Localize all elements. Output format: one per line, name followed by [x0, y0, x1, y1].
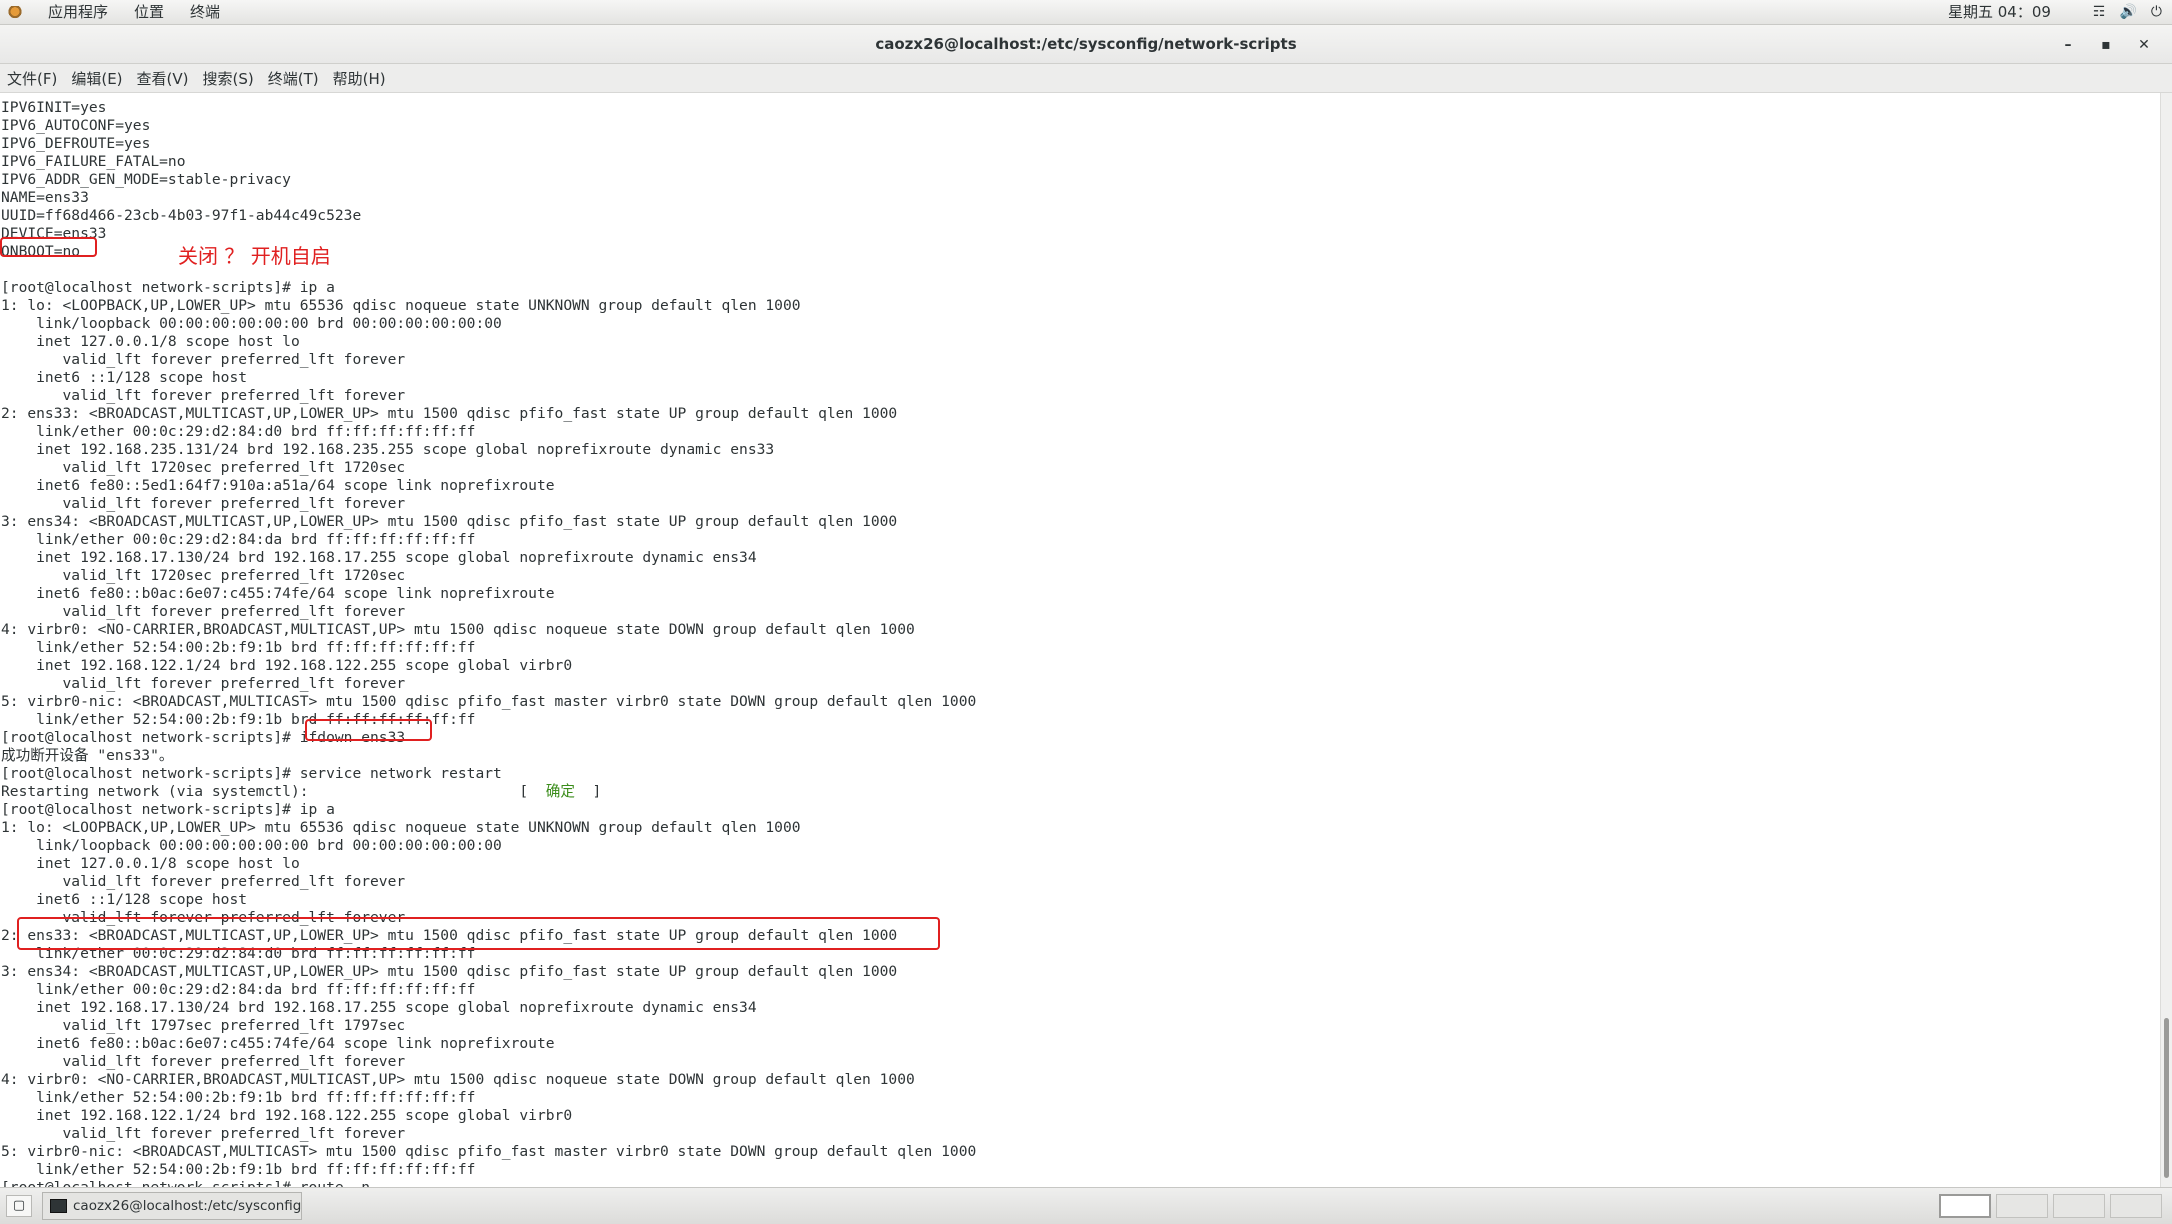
menu-terminal[interactable]: 终端 — [190, 0, 220, 25]
show-desktop-icon[interactable]: ▢ — [6, 1195, 32, 1217]
workspace-4[interactable] — [2110, 1194, 2162, 1218]
scrollbar-thumb[interactable] — [2164, 1018, 2169, 1178]
menu-places[interactable]: 位置 — [134, 0, 164, 25]
window-title: caozx26@localhost:/etc/sysconfig/network… — [875, 35, 1297, 53]
terminal-line: valid_lft 1797sec preferred_lft 1797sec — [1, 1017, 406, 1034]
terminal-area[interactable]: IPV6INIT=yes IPV6_AUTOCONF=yes IPV6_DEFR… — [0, 93, 2160, 1187]
terminal-line: 成功断开设备 "ens33"。 — [1, 747, 174, 764]
terminal-line: Restarting network (via systemctl): [ 确定… — [1, 783, 602, 800]
terminal-line: 3: ens34: <BROADCAST,MULTICAST,UP,LOWER_… — [1, 963, 898, 980]
terminal-line: [root@localhost network-scripts]# route … — [1, 1179, 370, 1187]
minimize-icon[interactable]: – — [2054, 37, 2082, 53]
terminal-line: [root@localhost network-scripts]# servic… — [1, 765, 502, 782]
terminal-line: link/ether 00:0c:29:d2:84:d0 brd ff:ff:f… — [1, 423, 476, 440]
terminal-line: inet 192.168.17.130/24 brd 192.168.17.25… — [1, 999, 757, 1016]
terminal-scrollbar[interactable] — [2160, 93, 2172, 1187]
window-titlebar[interactable]: caozx26@localhost:/etc/sysconfig/network… — [0, 25, 2172, 64]
terminal-line: 3: ens34: <BROADCAST,MULTICAST,UP,LOWER_… — [1, 513, 898, 530]
top-bar: 应用程序 位置 终端 星期五 04：09 ☶ 🔊 ⏻ — [0, 0, 2172, 25]
workspace-switcher — [1934, 1194, 2162, 1218]
annotation-box-ens33 — [17, 917, 940, 950]
workspace-2[interactable] — [1996, 1194, 2048, 1218]
terminal-line: valid_lft forever preferred_lft forever — [1, 603, 406, 620]
top-menu: 应用程序 位置 终端 — [0, 0, 246, 25]
terminal-line: valid_lft forever preferred_lft forever — [1, 1053, 406, 1070]
terminal-line: IPV6_FAILURE_FATAL=no — [1, 153, 186, 170]
terminal-line: link/ether 52:54:00:2b:f9:1b brd ff:ff:f… — [1, 1161, 476, 1178]
menu-edit[interactable]: 编辑(E) — [71, 68, 122, 89]
terminal-line: valid_lft forever preferred_lft forever — [1, 351, 406, 368]
terminal-line: 5: virbr0-nic: <BROADCAST,MULTICAST> mtu… — [1, 1143, 977, 1160]
terminal-line: valid_lft 1720sec preferred_lft 1720sec — [1, 459, 406, 476]
terminal-line: inet 127.0.0.1/8 scope host lo — [1, 333, 300, 350]
power-icon[interactable]: ⏻ — [2151, 0, 2162, 25]
terminal-line: UUID=ff68d466-23cb-4b03-97f1-ab44c49c523… — [1, 207, 362, 224]
terminal-line: inet6 fe80::b0ac:6e07:c455:74fe/64 scope… — [1, 585, 555, 602]
terminal-line: IPV6_ADDR_GEN_MODE=stable-privacy — [1, 171, 291, 188]
window-controls: – ▪ ✕ — [2044, 25, 2158, 64]
taskbar-terminal-item[interactable]: caozx26@localhost:/etc/sysconfig/... — [42, 1192, 302, 1220]
terminal-line: 1: lo: <LOOPBACK,UP,LOWER_UP> mtu 65536 … — [1, 819, 801, 836]
terminal-line: inet6 fe80::5ed1:64f7:910a:a51a/64 scope… — [1, 477, 555, 494]
terminal-line: inet6 ::1/128 scope host — [1, 369, 248, 386]
terminal-line: 4: virbr0: <NO-CARRIER,BROADCAST,MULTICA… — [1, 621, 915, 638]
terminal-line: 2: ens33: <BROADCAST,MULTICAST,UP,LOWER_… — [1, 405, 898, 422]
terminal-line: link/loopback 00:00:00:00:00:00 brd 00:0… — [1, 315, 502, 332]
terminal-icon — [50, 1199, 67, 1213]
terminal-line: inet 192.168.235.131/24 brd 192.168.235.… — [1, 441, 775, 458]
clock[interactable]: 星期五 04：09 — [1948, 0, 2051, 25]
terminal-line: IPV6INIT=yes — [1, 99, 107, 116]
terminal-line: inet6 fe80::b0ac:6e07:c455:74fe/64 scope… — [1, 1035, 555, 1052]
menu-view[interactable]: 查看(V) — [137, 68, 189, 89]
terminal-line: 4: virbr0: <NO-CARRIER,BROADCAST,MULTICA… — [1, 1071, 915, 1088]
terminal-line: link/ether 00:0c:29:d2:84:da brd ff:ff:f… — [1, 531, 476, 548]
terminal-line: 1: lo: <LOOPBACK,UP,LOWER_UP> mtu 65536 … — [1, 297, 801, 314]
network-icon[interactable]: ☶ — [2093, 0, 2106, 25]
menu-file[interactable]: 文件(F) — [7, 68, 57, 89]
terminal-line: link/ether 00:0c:29:d2:84:da brd ff:ff:f… — [1, 981, 476, 998]
terminal-line: link/ether 52:54:00:2b:f9:1b brd ff:ff:f… — [1, 639, 476, 656]
workspace-3[interactable] — [2053, 1194, 2105, 1218]
terminal-line: valid_lft forever preferred_lft forever — [1, 675, 406, 692]
terminal-line: IPV6_AUTOCONF=yes — [1, 117, 151, 134]
annotation-onboot-note: 关闭 ？ 开机自启 — [178, 244, 331, 268]
annotation-box-onboot — [0, 237, 97, 257]
terminal-line: NAME=ens33 — [1, 189, 89, 206]
status-ok: 确定 — [545, 783, 575, 800]
bottom-panel: ▢ caozx26@localhost:/etc/sysconfig/... — [0, 1187, 2172, 1224]
menu-search[interactable]: 搜索(S) — [203, 68, 254, 89]
terminal-line: inet 192.168.122.1/24 brd 192.168.122.25… — [1, 657, 573, 674]
terminal-line: 5: virbr0-nic: <BROADCAST,MULTICAST> mtu… — [1, 693, 977, 710]
menu-terminal-item[interactable]: 终端(T) — [268, 68, 319, 89]
status-area: 星期五 04：09 ☶ 🔊 ⏻ — [1948, 0, 2162, 25]
terminal-line: valid_lft 1720sec preferred_lft 1720sec — [1, 567, 406, 584]
terminal-line: [root@localhost network-scripts]# ip a — [1, 279, 335, 296]
menu-applications[interactable]: 应用程序 — [48, 0, 108, 25]
applications-icon — [8, 5, 22, 20]
terminal-line: [root@localhost network-scripts]# ip a — [1, 801, 335, 818]
terminal-line: valid_lft forever preferred_lft forever — [1, 387, 406, 404]
terminal-line: link/ether 52:54:00:2b:f9:1b brd ff:ff:f… — [1, 1089, 476, 1106]
terminal-line: valid_lft forever preferred_lft forever — [1, 1125, 406, 1142]
terminal-line: inet 192.168.122.1/24 brd 192.168.122.25… — [1, 1107, 573, 1124]
workspace-1[interactable] — [1939, 1194, 1991, 1218]
terminal-line: link/loopback 00:00:00:00:00:00 brd 00:0… — [1, 837, 502, 854]
terminal-line: valid_lft forever preferred_lft forever — [1, 873, 406, 890]
menu-help[interactable]: 帮助(H) — [333, 68, 386, 89]
terminal-line: inet 127.0.0.1/8 scope host lo — [1, 855, 300, 872]
terminal-line: inet6 ::1/128 scope host — [1, 891, 248, 908]
annotation-box-ifdown — [305, 719, 432, 741]
volume-icon[interactable]: 🔊 — [2119, 0, 2136, 25]
terminal-line: valid_lft forever preferred_lft forever — [1, 495, 406, 512]
terminal-line: inet 192.168.17.130/24 brd 192.168.17.25… — [1, 549, 757, 566]
close-icon[interactable]: ✕ — [2130, 37, 2158, 53]
maximize-icon[interactable]: ▪ — [2092, 37, 2120, 53]
menu-bar: 文件(F) 编辑(E) 查看(V) 搜索(S) 终端(T) 帮助(H) — [0, 64, 2172, 93]
taskbar-task-label: caozx26@localhost:/etc/sysconfig/... — [73, 1198, 302, 1214]
terminal-line: IPV6_DEFROUTE=yes — [1, 135, 151, 152]
